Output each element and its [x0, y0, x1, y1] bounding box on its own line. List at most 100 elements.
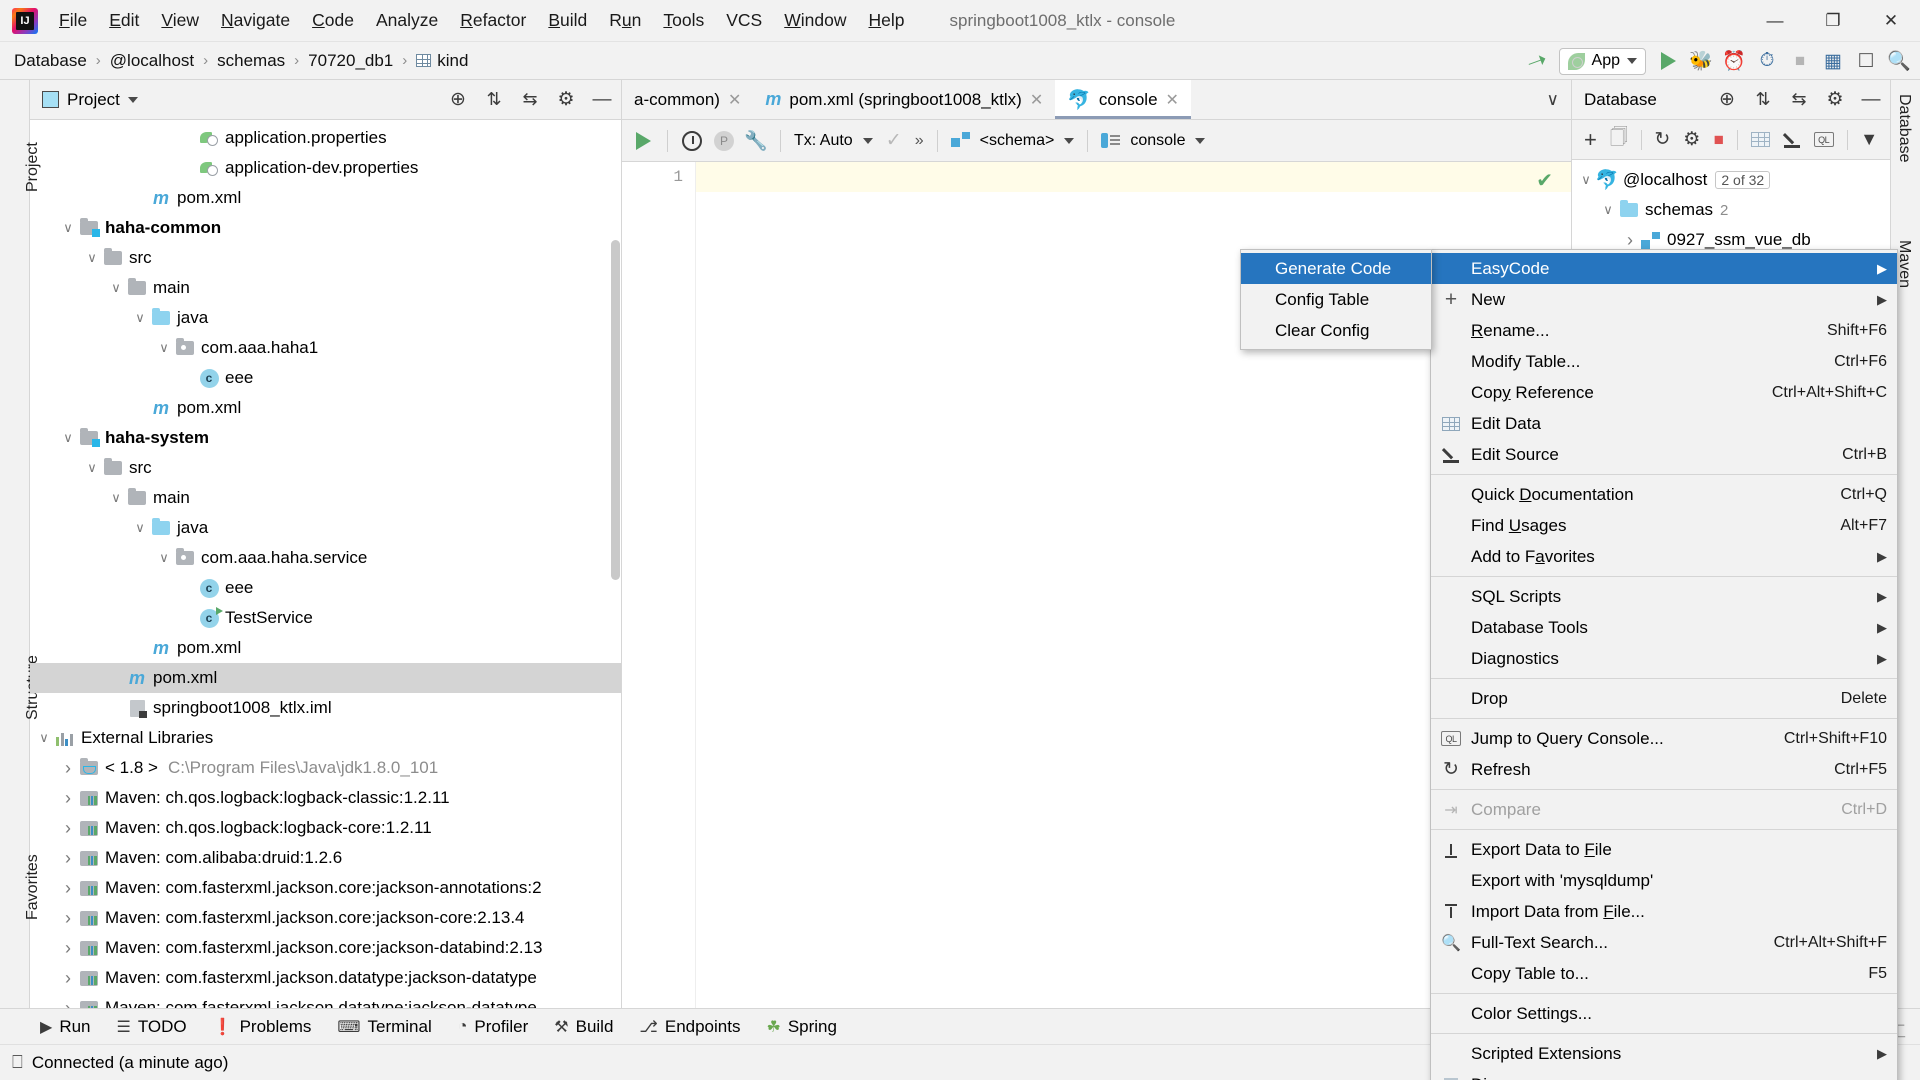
sidebar-item-database[interactable]: Database	[1895, 94, 1913, 163]
chevron-down-icon[interactable]	[127, 96, 138, 103]
editor-tab-console[interactable]: 🐬 console ✕	[1055, 80, 1191, 119]
tool-window-run[interactable]: ▶ Run	[40, 1017, 91, 1037]
project-tree-row[interactable]: java	[30, 513, 621, 543]
profile-icon[interactable]: ⏱	[1756, 50, 1778, 72]
filter-icon[interactable]: ▼	[1860, 129, 1878, 151]
collapse-all-icon[interactable]: ⇆	[1788, 89, 1810, 111]
chevron-right-icon[interactable]	[58, 788, 78, 809]
chevron-down-icon[interactable]	[1598, 202, 1618, 218]
run-configuration-selector[interactable]: App	[1558, 47, 1646, 75]
chevron-down-icon[interactable]	[34, 730, 54, 746]
context-menu-item-findusages[interactable]: Find Usages Alt+F7	[1431, 510, 1897, 541]
project-tree-row[interactable]: < 1.8 > C:\Program Files\Java\jdk1.8.0_10…	[30, 753, 621, 783]
table-icon[interactable]	[1750, 129, 1770, 151]
sync-icon[interactable]: ⚙	[1683, 129, 1700, 151]
context-menu-item-colorsettings[interactable]: Color Settings...	[1431, 998, 1897, 1029]
updates-icon[interactable]: ☐	[1855, 50, 1877, 72]
project-tree-row[interactable]: Maven: com.fasterxml.jackson.core:jackso…	[30, 933, 621, 963]
project-tree-row[interactable]: java	[30, 303, 621, 333]
chevron-right-icon[interactable]	[58, 848, 78, 869]
context-menu-item-sqlscripts[interactable]: SQL Scripts ▶	[1431, 581, 1897, 612]
gear-icon[interactable]: ⚙	[555, 89, 577, 111]
project-tree-row[interactable]: m pom.xml	[30, 633, 621, 663]
project-tree-row[interactable]: application-dev.properties	[30, 153, 621, 183]
gear-icon[interactable]: ⚙	[1824, 89, 1846, 111]
project-tree-row[interactable]: haha-common	[30, 213, 621, 243]
breadcrumb-item-database[interactable]: Database	[14, 51, 87, 71]
close-button[interactable]: ✕	[1862, 0, 1920, 42]
context-menu-item-editsource[interactable]: Edit Source Ctrl+B	[1431, 439, 1897, 470]
project-scrollbar[interactable]	[611, 240, 620, 580]
easycode-menu-item-clearconfig[interactable]: Clear Config	[1241, 315, 1431, 346]
project-tree-row[interactable]: Maven: com.fasterxml.jackson.datatype:ja…	[30, 963, 621, 993]
project-tree-row[interactable]: Maven: com.fasterxml.jackson.datatype:ja…	[30, 993, 621, 1008]
menu-analyze[interactable]: Analyze	[365, 6, 449, 35]
tx-mode-label[interactable]: Tx: Auto	[794, 132, 853, 150]
tool-window-build[interactable]: ⚒ Build	[554, 1017, 613, 1037]
context-menu-item-new[interactable]: + New ▶	[1431, 284, 1897, 315]
close-icon[interactable]: ✕	[728, 90, 741, 110]
editor-tabs-overflow-icon[interactable]: ∨	[1535, 80, 1571, 119]
project-tree-row[interactable]: Maven: ch.qos.logback:logback-classic:1.…	[30, 783, 621, 813]
debug-icon[interactable]: 🐝	[1689, 50, 1713, 72]
context-menu-item-exportdatatofile[interactable]: Export Data to File	[1431, 834, 1897, 865]
project-tree-row[interactable]: m pom.xml	[30, 183, 621, 213]
chevron-down-icon[interactable]	[1064, 137, 1075, 144]
tool-window-terminal[interactable]: ⌨ Terminal	[337, 1017, 431, 1037]
chevron-down-icon[interactable]	[106, 490, 126, 506]
chevron-down-icon[interactable]	[82, 250, 102, 266]
project-tree-row[interactable]: com.aaa.haha1	[30, 333, 621, 363]
refresh-icon[interactable]: ↻	[1654, 129, 1670, 151]
context-menu-item-exportwithmysqldump[interactable]: Export with 'mysqldump'	[1431, 865, 1897, 896]
breadcrumb-item-kind[interactable]: kind	[416, 51, 468, 71]
tool-window-problems[interactable]: ❗ Problems	[213, 1017, 312, 1037]
tool-window-endpoints[interactable]: ⎇ Endpoints	[639, 1017, 740, 1037]
chevron-down-icon[interactable]	[58, 220, 78, 236]
close-icon[interactable]: ✕	[1166, 90, 1179, 110]
project-tree-row[interactable]: Maven: com.fasterxml.jackson.core:jackso…	[30, 903, 621, 933]
project-tree-row[interactable]: application.properties	[30, 123, 621, 153]
expand-all-icon[interactable]: ⇅	[483, 89, 505, 111]
context-menu-item-fulltextsearch[interactable]: 🔍 Full-Text Search... Ctrl+Alt+Shift+F	[1431, 927, 1897, 958]
easycode-menu-item-generatecode[interactable]: Generate Code	[1241, 253, 1431, 284]
chevron-right-icon[interactable]	[58, 878, 78, 899]
menu-code[interactable]: Code	[301, 6, 365, 35]
menu-edit[interactable]: Edit	[98, 6, 150, 35]
context-menu-item-diagnostics[interactable]: Diagnostics ▶	[1431, 643, 1897, 674]
context-menu-item-scriptedextensions[interactable]: Scripted Extensions ▶	[1431, 1038, 1897, 1069]
project-tree-row[interactable]: c eee	[30, 573, 621, 603]
context-menu-item-databasetools[interactable]: Database Tools ▶	[1431, 612, 1897, 643]
chevron-down-icon[interactable]	[130, 310, 150, 326]
context-menu-item-rename[interactable]: Rename... Shift+F6	[1431, 315, 1897, 346]
context-menu-item-easycode[interactable]: EasyCode ▶	[1431, 253, 1897, 284]
context-menu-item-jumptoqueryconsole[interactable]: QL Jump to Query Console... Ctrl+Shift+F10	[1431, 723, 1897, 754]
context-menu-item-modifytable[interactable]: Modify Table... Ctrl+F6	[1431, 346, 1897, 377]
context-menu-item-quickdocumentation[interactable]: Quick Documentation Ctrl+Q	[1431, 479, 1897, 510]
chevron-down-icon[interactable]	[58, 430, 78, 446]
collapse-all-icon[interactable]: ⇆	[519, 89, 541, 111]
session-selector-label[interactable]: console	[1130, 132, 1185, 150]
chevron-right-icon[interactable]	[58, 908, 78, 929]
database-context-menu[interactable]: EasyCode ▶ + New ▶ Rename... Shift+F6 Modify Ta…	[1430, 249, 1898, 1080]
layout-icon[interactable]: ▦	[1822, 50, 1844, 72]
project-tree-row[interactable]: m pom.xml	[30, 393, 621, 423]
arrow-up-green-icon[interactable]: ➝	[1523, 44, 1552, 78]
chevron-right-icon[interactable]	[58, 938, 78, 959]
locate-icon[interactable]: ⊕	[1716, 89, 1738, 111]
project-panel-title[interactable]: Project	[42, 90, 138, 110]
chevron-right-icon[interactable]	[58, 758, 78, 779]
add-icon[interactable]: +	[1584, 127, 1597, 152]
breadcrumb-item-schemas[interactable]: schemas	[217, 51, 285, 71]
project-tree-row[interactable]: main	[30, 483, 621, 513]
tool-window-profiler[interactable]: ◔ Profiler	[458, 1017, 529, 1037]
context-menu-item-drop[interactable]: Drop Delete	[1431, 683, 1897, 714]
context-menu-item-copyreference[interactable]: Copy Reference Ctrl+Alt+Shift+C	[1431, 377, 1897, 408]
project-tree-row[interactable]: Maven: com.alibaba:druid:1.2.6	[30, 843, 621, 873]
maximize-button[interactable]: ❐	[1804, 0, 1862, 42]
context-menu-item-importdatafromfile[interactable]: Import Data from File...	[1431, 896, 1897, 927]
chevron-right-icon[interactable]	[1620, 230, 1640, 251]
run-icon[interactable]	[1657, 50, 1679, 72]
easycode-submenu[interactable]: Generate Code Config Table Clear Config	[1240, 249, 1432, 350]
chevron-down-icon[interactable]	[130, 520, 150, 536]
tool-window-todo[interactable]: ☰ TODO	[117, 1017, 187, 1037]
